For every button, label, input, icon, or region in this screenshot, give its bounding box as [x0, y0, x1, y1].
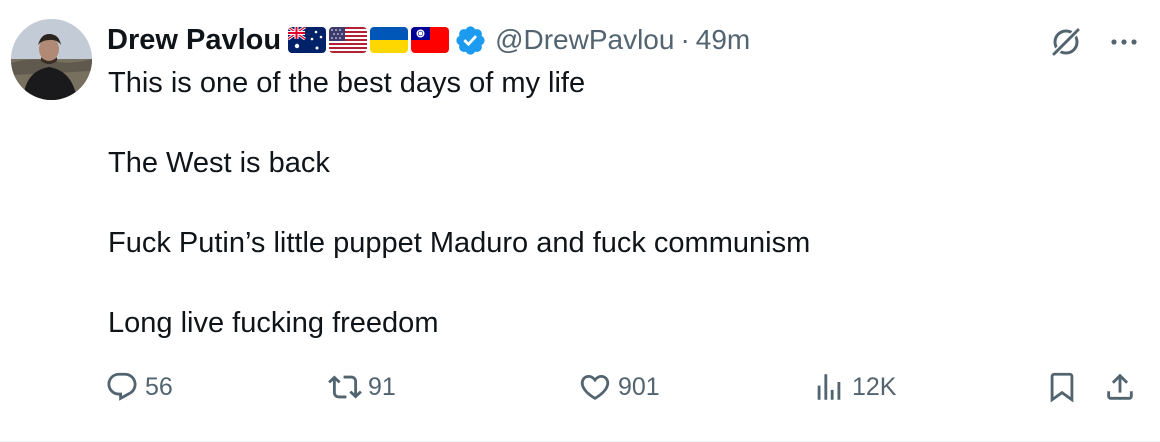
like-button[interactable]: 901: [578, 362, 660, 412]
reply-icon: [107, 372, 137, 401]
top-right-actions: [1046, 22, 1140, 62]
avatar[interactable]: [11, 19, 92, 100]
taiwan-flag-icon: [411, 27, 450, 53]
tweet-header: Drew Pavlou @DrewPavlou · 49m: [107, 20, 750, 60]
tweet-line: This is one of the best days of my life: [108, 67, 586, 99]
views-icon: [817, 374, 841, 400]
view-count: 12K: [852, 372, 897, 401]
views-button[interactable]: 12K: [812, 362, 896, 412]
retweet-button[interactable]: 91: [328, 362, 396, 412]
australia-flag-icon: [288, 27, 327, 53]
action-bar: 56 91 901 12K: [100, 362, 1144, 412]
tweet-line: Long live fucking freedom: [108, 307, 439, 339]
flag-emojis: [288, 27, 450, 53]
bookmark-button[interactable]: [1045, 362, 1079, 412]
tweet-text: This is one of the best days of my life …: [108, 63, 1108, 343]
separator-dot: ·: [680, 24, 690, 55]
ukraine-flag-icon: [370, 27, 409, 53]
reply-count: 56: [145, 372, 173, 401]
author-handle[interactable]: @DrewPavlou: [495, 24, 674, 56]
like-icon: [580, 374, 610, 400]
retweet-count: 91: [368, 372, 396, 401]
tweet-card[interactable]: Drew Pavlou @DrewPavlou · 49m This is on…: [0, 0, 1160, 442]
retweet-icon: [328, 375, 362, 399]
bookmark-icon: [1050, 372, 1074, 403]
avatar-photo: [11, 19, 92, 100]
share-icon: [1107, 373, 1133, 400]
reply-button[interactable]: 56: [105, 362, 173, 412]
like-count: 901: [618, 372, 660, 401]
verified-badge-icon[interactable]: [454, 24, 487, 57]
tweet-line: The West is back: [108, 147, 330, 179]
tweet-line: Fuck Putin’s little puppet Maduro and fu…: [108, 227, 811, 259]
usa-flag-icon: [329, 27, 368, 53]
timestamp[interactable]: 49m: [696, 24, 750, 56]
more-options-icon[interactable]: [1108, 26, 1140, 58]
share-button[interactable]: [1103, 362, 1137, 412]
author-name[interactable]: Drew Pavlou: [107, 24, 281, 57]
grok-icon[interactable]: [1046, 22, 1086, 62]
